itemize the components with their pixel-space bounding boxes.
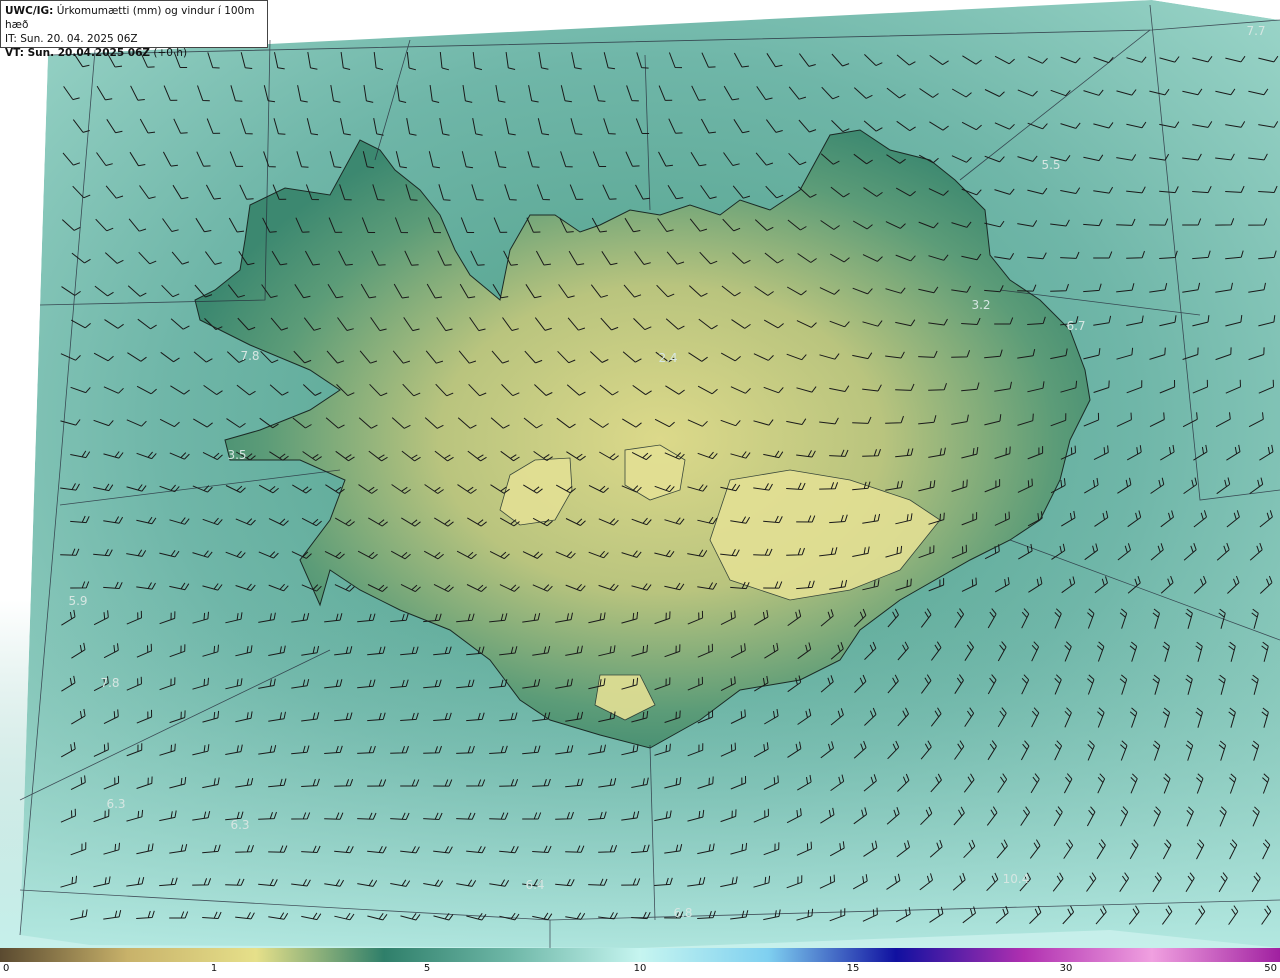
vt-offset: (+0 h) bbox=[153, 47, 188, 59]
value-label: 6.7 bbox=[1066, 319, 1085, 333]
it-label: IT: bbox=[5, 33, 17, 45]
value-label: 3.5 bbox=[227, 448, 246, 462]
it-value: Sun. 20. 04. 2025 06Z bbox=[20, 33, 138, 45]
color-scale-labels: 0 1 5 10 15 30 50 bbox=[0, 962, 1280, 978]
model-name: UWC/IG: bbox=[5, 5, 54, 17]
color-scale-tick: 1 bbox=[210, 963, 218, 974]
map-info-box: UWC/IG: Úrkomumætti (mm) og vindur í 100… bbox=[0, 0, 268, 59]
value-label: 5.9 bbox=[68, 594, 87, 608]
color-scale-tick: 30 bbox=[1059, 963, 1073, 974]
value-label: 10.4 bbox=[1003, 872, 1030, 886]
value-label: 5.5 bbox=[1041, 158, 1060, 172]
value-label: 6.4 bbox=[525, 878, 544, 892]
color-scale-tick: 10 bbox=[633, 963, 647, 974]
value-label: 6.8 bbox=[673, 906, 692, 920]
value-label: 6.3 bbox=[230, 818, 249, 832]
value-label: 7.8 bbox=[240, 349, 259, 363]
color-scale-tick: 0 bbox=[3, 963, 10, 974]
value-label: 6.3 bbox=[106, 797, 125, 811]
value-label: 7.8 bbox=[100, 676, 119, 690]
value-label: 3.2 bbox=[971, 298, 990, 312]
color-scale-bar bbox=[0, 948, 1280, 962]
weather-map: 7.7 5.5 3.2 6.7 7.8 2.4 3.5 5.9 7.8 6.3 6.3 6.4 6.8 1… bbox=[0, 0, 1280, 948]
color-scale-tick: 50 bbox=[1264, 963, 1277, 974]
info-it-line: IT: Sun. 20. 04. 2025 06Z bbox=[5, 32, 263, 46]
value-label: 2.4 bbox=[658, 351, 677, 365]
color-scale-tick: 5 bbox=[423, 963, 431, 974]
value-label: 7.7 bbox=[1246, 24, 1265, 38]
info-vt-line: VT: Sun. 20.04.2025 06Z (+0 h) bbox=[5, 46, 263, 60]
color-scale-gradient bbox=[0, 948, 1280, 962]
vt-label: VT: Sun. 20.04.2025 06Z bbox=[5, 47, 151, 59]
color-scale-tick: 15 bbox=[846, 963, 860, 974]
info-title-line: UWC/IG: Úrkomumætti (mm) og vindur í 100… bbox=[5, 4, 263, 32]
